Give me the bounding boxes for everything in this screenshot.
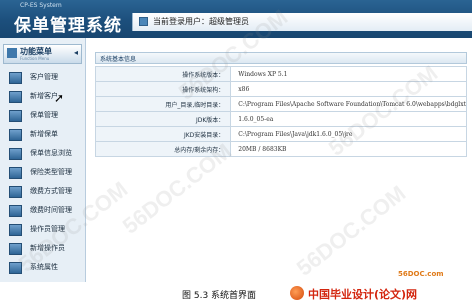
- policy-icon: [9, 110, 22, 122]
- table-row: JKD安装目录： C:\Program Files\Java\jdk1.6.0_…: [94, 126, 467, 142]
- logo-icon: [290, 286, 304, 300]
- section-title: 系统基本信息: [100, 56, 137, 63]
- brand-caption: CP-ES System: [20, 2, 62, 9]
- browse-icon: [9, 148, 22, 160]
- table-row: 总内存/剩余内存： 20MB / 8683KB: [94, 141, 467, 157]
- menu-icon: [7, 48, 17, 58]
- function-menu-header[interactable]: 功能菜单 Function Menu ◂: [3, 44, 82, 64]
- app-title: 保单管理系统: [14, 16, 122, 36]
- sidebar-item-customer-management[interactable]: 客户管理: [4, 69, 82, 87]
- system-info-table: 操作系统版本： Windows XP 5.1 操作系统架构： x86 用户_目录…: [94, 66, 467, 157]
- info-key: 操作系统架构：: [94, 81, 232, 97]
- payment-icon: [9, 186, 22, 198]
- sidebar-item-label: 保单信息浏览: [30, 149, 72, 157]
- add-policy-icon: [9, 129, 22, 141]
- info-key: JKD安装目录：: [94, 126, 232, 142]
- sidebar-item-label: 缴费方式管理: [30, 187, 72, 195]
- logo-text: 中国毕业设计(论文)网: [308, 288, 418, 301]
- sidebar-item-label: 操作员管理: [30, 225, 65, 233]
- settings-icon: [9, 262, 22, 274]
- function-menu-sublabel: Function Menu: [20, 56, 50, 61]
- info-key: 用户_目录,临时目录：: [94, 96, 232, 112]
- info-value: C:\Program Files\Java\jdk1.6.0_05\jre: [230, 126, 467, 142]
- customer-icon: [9, 72, 22, 84]
- sidebar-item-label: 新增操作员: [30, 244, 65, 252]
- info-value: 20MB / 8683KB: [230, 141, 467, 157]
- sidebar-item-add-operator[interactable]: 新增操作员: [4, 240, 82, 258]
- info-value: x86: [230, 81, 467, 97]
- sidebar-item-payment-method[interactable]: 缴费方式管理: [4, 183, 82, 201]
- table-row: JDK版本： 1.6.0_05-ea: [94, 111, 467, 127]
- type-icon: [9, 167, 22, 179]
- info-value: Windows XP 5.1: [230, 66, 467, 82]
- sidebar-item-label: 缴费时间管理: [30, 206, 72, 214]
- table-row: 用户_目录,临时目录： C:\Program Files\Apache Soft…: [94, 96, 467, 112]
- info-value: C:\Program Files\Apache Software Foundat…: [230, 96, 467, 112]
- user-icon: [139, 17, 148, 26]
- figure-caption: 图 5.3 系统首界面: [182, 291, 257, 301]
- sidebar-item-label: 系统属性: [30, 263, 58, 271]
- info-key: 总内存/剩余内存：: [94, 141, 232, 157]
- sidebar-item-policy-browse[interactable]: 保单信息浏览: [4, 145, 82, 163]
- sidebar: 功能菜单 Function Menu ◂ 客户管理 新增客户 保单管理 新增保单…: [0, 38, 86, 282]
- site-watermark: 56DOC.com: [398, 270, 444, 278]
- add-operator-icon: [9, 243, 22, 255]
- section-header: 系统基本信息: [95, 52, 467, 64]
- sidebar-item-policy-management[interactable]: 保单管理: [4, 107, 82, 125]
- current-user-label: 当前登录用户：超级管理员: [153, 17, 249, 26]
- main-content: 系统基本信息 操作系统版本： Windows XP 5.1 操作系统架构： x8…: [87, 38, 472, 282]
- sidebar-item-label: 新增保单: [30, 130, 58, 138]
- table-row: 操作系统架构： x86: [94, 81, 467, 97]
- table-row: 操作系统版本： Windows XP 5.1: [94, 66, 467, 82]
- collapse-icon[interactable]: ◂: [74, 48, 78, 57]
- sidebar-item-label: 保单管理: [30, 111, 58, 119]
- sidebar-item-payment-time[interactable]: 缴费时间管理: [4, 202, 82, 220]
- sidebar-item-add-policy[interactable]: 新增保单: [4, 126, 82, 144]
- info-key: 操作系统版本：: [94, 66, 232, 82]
- user-info-bar: 当前登录用户：超级管理员: [132, 13, 472, 31]
- figure-caption-bar: 图 5.3 系统首界面 中国毕业设计(论文)网: [0, 282, 472, 306]
- mouse-cursor-icon: ➚: [54, 91, 65, 105]
- sidebar-item-label: 客户管理: [30, 73, 58, 81]
- add-customer-icon: [9, 91, 22, 103]
- sidebar-item-system-properties[interactable]: 系统属性: [4, 259, 82, 277]
- sidebar-item-operator-management[interactable]: 操作员管理: [4, 221, 82, 239]
- schedule-icon: [9, 205, 22, 217]
- info-value: 1.6.0_05-ea: [230, 111, 467, 127]
- sidebar-item-add-customer[interactable]: 新增客户: [4, 88, 82, 106]
- sidebar-item-insurance-type[interactable]: 保险类型管理: [4, 164, 82, 182]
- app-header: CP-ES System 保单管理系统 当前登录用户：超级管理员: [0, 0, 472, 38]
- sidebar-item-label: 保险类型管理: [30, 168, 72, 176]
- operator-icon: [9, 224, 22, 236]
- info-key: JDK版本：: [94, 111, 232, 127]
